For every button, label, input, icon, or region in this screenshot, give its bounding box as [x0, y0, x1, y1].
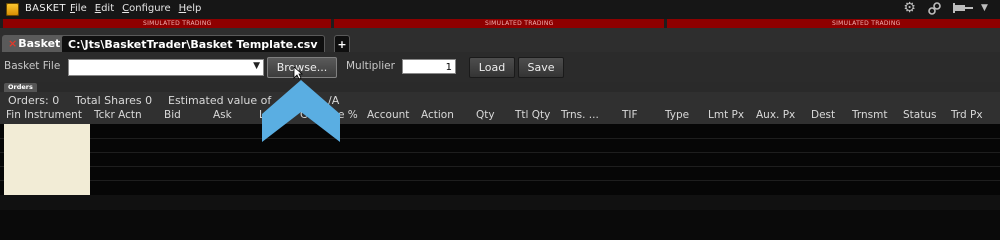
menu-edit[interactable]: Edit — [95, 3, 114, 14]
row-divider — [0, 138, 1000, 139]
multiplier-label: Multiplier — [346, 60, 395, 72]
column-header[interactable]: Ask — [213, 109, 232, 121]
tab-basket-label: Basket — [18, 37, 61, 50]
simulated-label-3: SIMULATED TRADING — [832, 20, 901, 27]
row-divider — [0, 152, 1000, 153]
orders-column-headers — [0, 108, 1000, 124]
menu-configure[interactable]: Configure — [122, 3, 170, 14]
basket-file-select[interactable]: ▼ — [68, 59, 264, 76]
column-header[interactable]: e % — [338, 109, 358, 121]
menu-file[interactable]: File — [70, 3, 87, 14]
tab-basket-template-file[interactable]: C:\Jts\BasketTrader\Basket Template.csv — [61, 35, 325, 53]
column-header[interactable]: Type — [665, 109, 689, 121]
column-header[interactable]: Lmt Px — [708, 109, 744, 121]
total-shares: Total Shares 0 — [75, 94, 153, 107]
pin-icon[interactable] — [952, 1, 973, 16]
load-button[interactable]: Load — [469, 57, 515, 78]
column-header[interactable]: Trnsmt — [852, 109, 887, 121]
column-header[interactable]: Aux. Px — [756, 109, 795, 121]
orders-grid[interactable] — [0, 124, 1000, 195]
column-header[interactable]: Bid — [164, 109, 181, 121]
column-header[interactable]: Ttl Qty — [515, 109, 550, 121]
column-header[interactable]: Action — [421, 109, 454, 121]
tutorial-arrow-icon — [262, 80, 340, 142]
column-header[interactable]: Dest — [811, 109, 835, 121]
column-header[interactable]: TIF — [622, 109, 638, 121]
estimated-value: Estimated value of — [168, 94, 272, 107]
multiplier-input[interactable]: 1 — [402, 59, 456, 74]
save-button[interactable]: Save — [518, 57, 564, 78]
strip-separator — [0, 19, 3, 28]
menu-caret-icon[interactable]: ▼ — [977, 1, 992, 16]
column-header[interactable]: Fin Instrument — [6, 109, 82, 121]
column-header[interactable]: Tckr Actn — [94, 109, 142, 121]
strip-separator — [331, 19, 334, 28]
row-divider — [0, 166, 1000, 167]
selected-instrument-cell[interactable] — [4, 124, 90, 195]
orders-count: Orders: 0 — [8, 94, 60, 107]
menu-bar: File Edit Configure Help — [70, 3, 201, 14]
basket-file-label: Basket File — [4, 60, 61, 72]
add-tab-button[interactable]: + — [334, 35, 350, 53]
column-header[interactable]: Trns. ... — [561, 109, 599, 121]
gear-icon[interactable]: ⚙ — [902, 1, 917, 16]
column-header[interactable]: Qty — [476, 109, 495, 121]
strip-separator — [664, 19, 667, 28]
orders-panel-tab[interactable]: Orders — [4, 83, 37, 92]
column-header[interactable]: Status — [903, 109, 936, 121]
orders-panel-header — [0, 82, 1000, 92]
title-bar-icons: ⚙ ▼ — [902, 1, 992, 16]
window-title: BASKET — [25, 3, 66, 14]
window-bottom-edge — [0, 195, 1000, 210]
app-logo-icon — [6, 3, 19, 16]
chevron-down-icon: ▼ — [253, 61, 260, 71]
mouse-cursor-icon — [293, 66, 303, 80]
menu-help[interactable]: Help — [179, 3, 202, 14]
tab-basket[interactable]: ×Basket — [2, 35, 67, 52]
link-icon[interactable] — [927, 1, 942, 16]
column-header[interactable]: Account — [367, 109, 409, 121]
simulated-label-1: SIMULATED TRADING — [143, 20, 212, 27]
row-divider — [0, 180, 1000, 181]
simulated-label-2: SIMULATED TRADING — [485, 20, 554, 27]
close-icon[interactable]: × — [8, 37, 17, 50]
column-header[interactable]: Trd Px — [951, 109, 983, 121]
